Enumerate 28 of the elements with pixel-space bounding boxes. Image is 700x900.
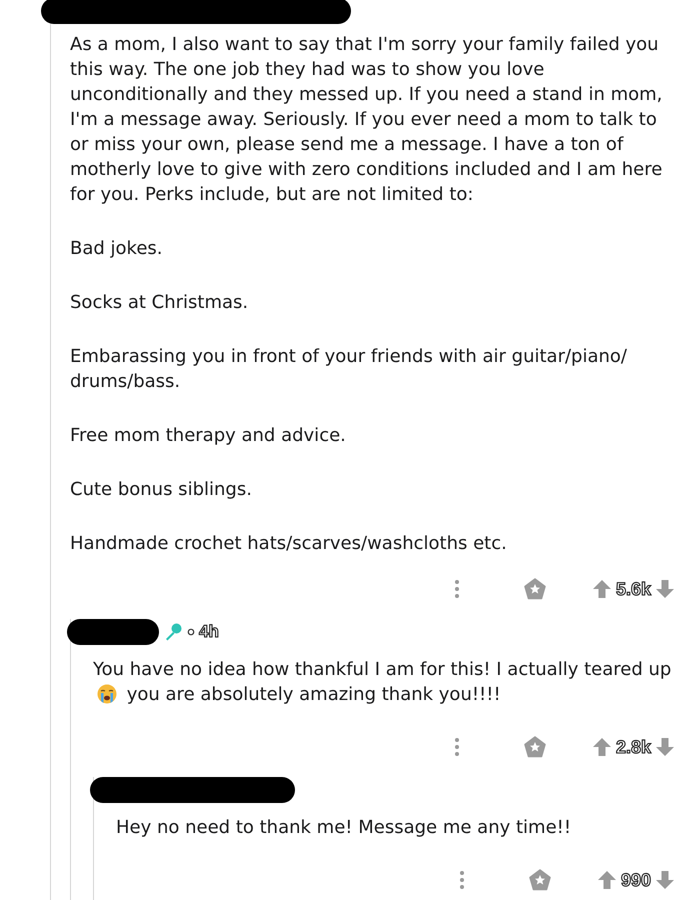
- comment-text: you are absolutely amazing thank you!!!!: [126, 684, 501, 705]
- comment-text: Hey no need to thank me! Message me any time!!: [116, 817, 572, 838]
- award-icon[interactable]: [524, 736, 546, 758]
- downvote-icon[interactable]: [655, 579, 675, 599]
- upvote-icon[interactable]: [592, 737, 612, 757]
- award-icon[interactable]: [524, 578, 546, 600]
- crying-face-icon: [97, 684, 117, 704]
- separator-dot-icon: [187, 628, 195, 636]
- comment-text: Free mom therapy and advice.: [70, 425, 346, 446]
- downvote-icon[interactable]: [655, 870, 675, 890]
- vote-score: 990: [620, 870, 651, 890]
- comment-text: As a mom, I also want to say that I'm sorry your family failed you this way. The one job they had was to show you love unconditionally and they messed up. If you need a stand in mom, I'm a message away. Seriously. If you ever need a mom to talk to or miss your own, please send me a message. I have a ton of motherly love to give with zero conditions included and I am here for you. Perks include, but are not limited to:: [70, 34, 662, 205]
- more-options-icon[interactable]: [454, 579, 460, 599]
- more-options-icon[interactable]: [454, 737, 460, 757]
- comment-time: 4h: [199, 622, 219, 642]
- comment-text: Socks at Christmas.: [70, 292, 248, 313]
- upvote-icon[interactable]: [592, 579, 612, 599]
- comment-text: Bad jokes.: [70, 238, 162, 259]
- comment-text: Cute bonus siblings.: [70, 479, 252, 500]
- comment-text: You have no idea how thankful I am for this! I actually teared up: [93, 659, 672, 680]
- downvote-icon[interactable]: [655, 737, 675, 757]
- award-icon[interactable]: [528, 869, 551, 891]
- comment-text: Embarassing you in front of your friends with air guitar/piano/ drums/bass.: [70, 346, 627, 392]
- upvote-icon[interactable]: [596, 870, 617, 890]
- comment-text: Handmade crochet hats/scarves/washcloths etc.: [70, 533, 507, 554]
- vote-score: 2.8k: [616, 736, 651, 758]
- more-options-icon[interactable]: [458, 870, 465, 890]
- vote-score: 5.6k: [616, 578, 651, 600]
